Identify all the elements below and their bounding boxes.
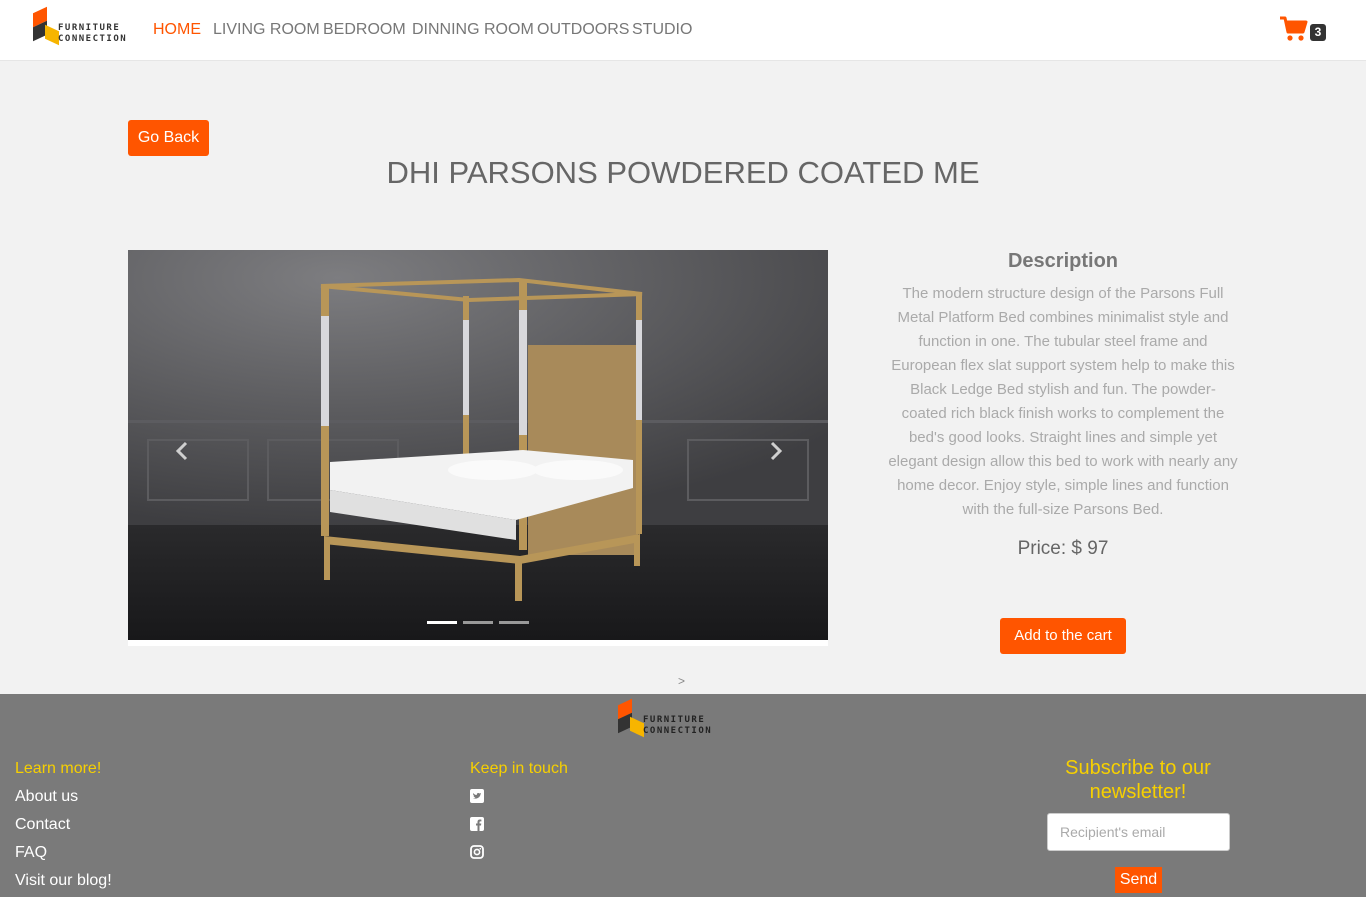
cart-count-badge: 3 bbox=[1310, 24, 1326, 41]
brand-logo[interactable]: FURNITURE CONNECTION bbox=[31, 6, 141, 50]
keep-in-touch-heading: Keep in touch bbox=[470, 760, 568, 777]
footer-link-faq[interactable]: FAQ bbox=[15, 844, 47, 862]
go-back-button[interactable]: Go Back bbox=[128, 120, 209, 156]
nav-living-room[interactable]: LIVING ROOM bbox=[213, 21, 320, 39]
logo-yellow-tile bbox=[630, 716, 644, 738]
nav-dinning-room[interactable]: DINNING ROOM bbox=[412, 21, 534, 39]
footer-link-blog[interactable]: Visit our blog! bbox=[15, 872, 112, 890]
chevron-right-icon bbox=[770, 441, 783, 461]
twitter-icon[interactable] bbox=[470, 789, 484, 803]
nav-outdoors[interactable]: OUTDOORS bbox=[537, 21, 629, 39]
next-link[interactable]: > bbox=[678, 674, 685, 688]
footer-link-about[interactable]: About us bbox=[15, 788, 78, 806]
logo-text-line1: FURNITURE bbox=[643, 715, 706, 725]
facebook-icon[interactable] bbox=[470, 817, 484, 831]
logo-text-line1: FURNITURE bbox=[58, 23, 121, 33]
shopping-cart-icon bbox=[1280, 16, 1308, 41]
carousel-footer-strip bbox=[128, 640, 828, 646]
logo-text-line2: CONNECTION bbox=[58, 34, 128, 44]
chevron-left-icon bbox=[175, 441, 188, 461]
carousel-next-button[interactable] bbox=[764, 440, 786, 462]
add-to-cart-button[interactable]: Add to the cart bbox=[1000, 618, 1126, 654]
nav-bedroom[interactable]: BEDROOM bbox=[323, 21, 406, 39]
product-price: Price: $ 97 bbox=[1017, 538, 1109, 559]
newsletter-send-button[interactable]: Send bbox=[1115, 867, 1162, 893]
product-image bbox=[128, 250, 828, 640]
nav-home[interactable]: HOME bbox=[153, 21, 201, 39]
carousel-prev-button[interactable] bbox=[172, 440, 194, 462]
logo-yellow-tile bbox=[45, 24, 59, 46]
product-description: The modern structure design of the Parso… bbox=[888, 285, 1238, 518]
top-navbar: FURNITURE CONNECTION HOME LIVING ROOM BE… bbox=[0, 0, 1366, 61]
carousel-indicator-1[interactable] bbox=[427, 621, 457, 624]
carousel-indicator-2[interactable] bbox=[463, 621, 493, 624]
subscribe-heading: Subscribe to our newsletter! bbox=[1065, 757, 1211, 803]
instagram-icon[interactable] bbox=[470, 845, 484, 859]
description-heading: Description bbox=[1007, 250, 1119, 272]
logo-text-line2: CONNECTION bbox=[643, 726, 713, 736]
footer-link-contact[interactable]: Contact bbox=[15, 816, 70, 834]
carousel-indicator-3[interactable] bbox=[499, 621, 529, 624]
product-title: DHI PARSONS POWDERED COATED ME bbox=[386, 155, 980, 190]
nav-studio[interactable]: STUDIO bbox=[632, 21, 692, 39]
learn-more-heading: Learn more! bbox=[15, 760, 102, 777]
site-footer: FURNITURE CONNECTION Learn more! About u… bbox=[0, 694, 1366, 897]
cart-button[interactable]: 3 bbox=[1279, 16, 1329, 44]
newsletter-email-input[interactable] bbox=[1047, 813, 1230, 851]
footer-logo[interactable]: FURNITURE CONNECTION bbox=[616, 698, 726, 742]
product-image-carousel bbox=[128, 250, 828, 640]
